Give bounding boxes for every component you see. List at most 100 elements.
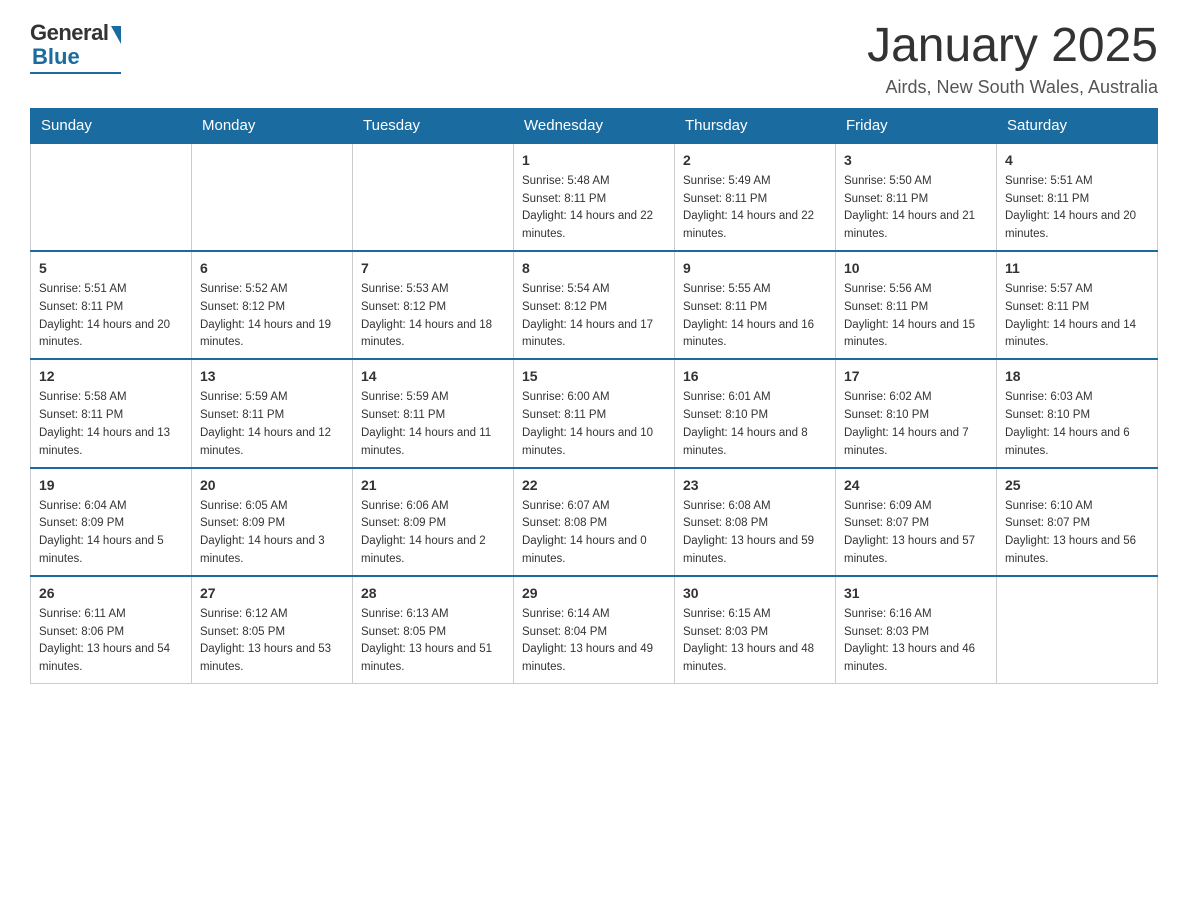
day-number: 20 [200, 475, 344, 496]
calendar-cell: 7Sunrise: 5:53 AMSunset: 8:12 PMDaylight… [353, 251, 514, 359]
day-number: 1 [522, 150, 666, 171]
day-info: Sunrise: 6:14 AMSunset: 8:04 PMDaylight:… [522, 606, 666, 677]
calendar-cell: 1Sunrise: 5:48 AMSunset: 8:11 PMDaylight… [514, 143, 675, 251]
calendar-week-row: 5Sunrise: 5:51 AMSunset: 8:11 PMDaylight… [31, 251, 1158, 359]
calendar-cell: 20Sunrise: 6:05 AMSunset: 8:09 PMDayligh… [192, 468, 353, 576]
calendar-header-row: SundayMondayTuesdayWednesdayThursdayFrid… [31, 108, 1158, 143]
day-number: 13 [200, 366, 344, 387]
day-number: 19 [39, 475, 183, 496]
calendar-cell: 4Sunrise: 5:51 AMSunset: 8:11 PMDaylight… [997, 143, 1158, 251]
calendar-cell: 2Sunrise: 5:49 AMSunset: 8:11 PMDaylight… [675, 143, 836, 251]
day-info: Sunrise: 5:52 AMSunset: 8:12 PMDaylight:… [200, 281, 344, 352]
day-number: 29 [522, 583, 666, 604]
day-info: Sunrise: 5:50 AMSunset: 8:11 PMDaylight:… [844, 173, 988, 244]
calendar-cell: 23Sunrise: 6:08 AMSunset: 8:08 PMDayligh… [675, 468, 836, 576]
day-number: 30 [683, 583, 827, 604]
title-section: January 2025 Airds, New South Wales, Aus… [867, 20, 1158, 98]
day-number: 10 [844, 258, 988, 279]
day-number: 11 [1005, 258, 1149, 279]
calendar-cell: 26Sunrise: 6:11 AMSunset: 8:06 PMDayligh… [31, 576, 192, 684]
day-number: 9 [683, 258, 827, 279]
day-info: Sunrise: 6:00 AMSunset: 8:11 PMDaylight:… [522, 389, 666, 460]
day-info: Sunrise: 6:07 AMSunset: 8:08 PMDaylight:… [522, 498, 666, 569]
calendar-header-tuesday: Tuesday [353, 108, 514, 143]
day-info: Sunrise: 6:03 AMSunset: 8:10 PMDaylight:… [1005, 389, 1149, 460]
calendar-cell: 16Sunrise: 6:01 AMSunset: 8:10 PMDayligh… [675, 359, 836, 467]
day-number: 31 [844, 583, 988, 604]
calendar-cell: 27Sunrise: 6:12 AMSunset: 8:05 PMDayligh… [192, 576, 353, 684]
day-info: Sunrise: 5:48 AMSunset: 8:11 PMDaylight:… [522, 173, 666, 244]
logo-blue-text: Blue [32, 44, 80, 70]
calendar-cell: 9Sunrise: 5:55 AMSunset: 8:11 PMDaylight… [675, 251, 836, 359]
month-title: January 2025 [867, 20, 1158, 73]
day-number: 24 [844, 475, 988, 496]
calendar-week-row: 19Sunrise: 6:04 AMSunset: 8:09 PMDayligh… [31, 468, 1158, 576]
day-info: Sunrise: 6:01 AMSunset: 8:10 PMDaylight:… [683, 389, 827, 460]
day-number: 26 [39, 583, 183, 604]
day-number: 28 [361, 583, 505, 604]
day-number: 2 [683, 150, 827, 171]
day-info: Sunrise: 5:53 AMSunset: 8:12 PMDaylight:… [361, 281, 505, 352]
day-number: 18 [1005, 366, 1149, 387]
day-info: Sunrise: 6:09 AMSunset: 8:07 PMDaylight:… [844, 498, 988, 569]
calendar-cell: 18Sunrise: 6:03 AMSunset: 8:10 PMDayligh… [997, 359, 1158, 467]
day-number: 5 [39, 258, 183, 279]
calendar-cell [31, 143, 192, 251]
day-info: Sunrise: 5:51 AMSunset: 8:11 PMDaylight:… [39, 281, 183, 352]
calendar-cell: 30Sunrise: 6:15 AMSunset: 8:03 PMDayligh… [675, 576, 836, 684]
calendar-cell: 14Sunrise: 5:59 AMSunset: 8:11 PMDayligh… [353, 359, 514, 467]
day-info: Sunrise: 6:05 AMSunset: 8:09 PMDaylight:… [200, 498, 344, 569]
day-info: Sunrise: 5:58 AMSunset: 8:11 PMDaylight:… [39, 389, 183, 460]
calendar-cell: 29Sunrise: 6:14 AMSunset: 8:04 PMDayligh… [514, 576, 675, 684]
day-number: 3 [844, 150, 988, 171]
day-number: 21 [361, 475, 505, 496]
day-number: 7 [361, 258, 505, 279]
calendar-cell: 15Sunrise: 6:00 AMSunset: 8:11 PMDayligh… [514, 359, 675, 467]
day-info: Sunrise: 5:59 AMSunset: 8:11 PMDaylight:… [200, 389, 344, 460]
day-number: 16 [683, 366, 827, 387]
calendar-table: SundayMondayTuesdayWednesdayThursdayFrid… [30, 108, 1158, 684]
day-number: 4 [1005, 150, 1149, 171]
day-number: 27 [200, 583, 344, 604]
day-info: Sunrise: 5:57 AMSunset: 8:11 PMDaylight:… [1005, 281, 1149, 352]
calendar-cell: 24Sunrise: 6:09 AMSunset: 8:07 PMDayligh… [836, 468, 997, 576]
day-info: Sunrise: 6:16 AMSunset: 8:03 PMDaylight:… [844, 606, 988, 677]
calendar-cell [192, 143, 353, 251]
logo-general-text: General [30, 20, 108, 46]
calendar-header-friday: Friday [836, 108, 997, 143]
calendar-cell: 21Sunrise: 6:06 AMSunset: 8:09 PMDayligh… [353, 468, 514, 576]
calendar-cell [353, 143, 514, 251]
day-number: 23 [683, 475, 827, 496]
day-info: Sunrise: 5:54 AMSunset: 8:12 PMDaylight:… [522, 281, 666, 352]
day-number: 12 [39, 366, 183, 387]
calendar-cell: 22Sunrise: 6:07 AMSunset: 8:08 PMDayligh… [514, 468, 675, 576]
day-info: Sunrise: 6:04 AMSunset: 8:09 PMDaylight:… [39, 498, 183, 569]
calendar-header-wednesday: Wednesday [514, 108, 675, 143]
day-info: Sunrise: 6:02 AMSunset: 8:10 PMDaylight:… [844, 389, 988, 460]
day-info: Sunrise: 6:15 AMSunset: 8:03 PMDaylight:… [683, 606, 827, 677]
day-number: 6 [200, 258, 344, 279]
day-info: Sunrise: 5:49 AMSunset: 8:11 PMDaylight:… [683, 173, 827, 244]
day-number: 17 [844, 366, 988, 387]
day-info: Sunrise: 6:13 AMSunset: 8:05 PMDaylight:… [361, 606, 505, 677]
day-info: Sunrise: 6:11 AMSunset: 8:06 PMDaylight:… [39, 606, 183, 677]
calendar-cell: 28Sunrise: 6:13 AMSunset: 8:05 PMDayligh… [353, 576, 514, 684]
calendar-week-row: 1Sunrise: 5:48 AMSunset: 8:11 PMDaylight… [31, 143, 1158, 251]
day-number: 25 [1005, 475, 1149, 496]
calendar-week-row: 12Sunrise: 5:58 AMSunset: 8:11 PMDayligh… [31, 359, 1158, 467]
logo-arrow-icon [111, 26, 121, 44]
day-info: Sunrise: 5:59 AMSunset: 8:11 PMDaylight:… [361, 389, 505, 460]
day-number: 22 [522, 475, 666, 496]
calendar-week-row: 26Sunrise: 6:11 AMSunset: 8:06 PMDayligh… [31, 576, 1158, 684]
calendar-cell: 12Sunrise: 5:58 AMSunset: 8:11 PMDayligh… [31, 359, 192, 467]
calendar-cell: 6Sunrise: 5:52 AMSunset: 8:12 PMDaylight… [192, 251, 353, 359]
day-number: 14 [361, 366, 505, 387]
calendar-header-saturday: Saturday [997, 108, 1158, 143]
day-info: Sunrise: 5:56 AMSunset: 8:11 PMDaylight:… [844, 281, 988, 352]
day-info: Sunrise: 6:12 AMSunset: 8:05 PMDaylight:… [200, 606, 344, 677]
calendar-cell: 3Sunrise: 5:50 AMSunset: 8:11 PMDaylight… [836, 143, 997, 251]
calendar-cell: 11Sunrise: 5:57 AMSunset: 8:11 PMDayligh… [997, 251, 1158, 359]
location-text: Airds, New South Wales, Australia [867, 77, 1158, 98]
calendar-cell: 8Sunrise: 5:54 AMSunset: 8:12 PMDaylight… [514, 251, 675, 359]
day-info: Sunrise: 5:55 AMSunset: 8:11 PMDaylight:… [683, 281, 827, 352]
